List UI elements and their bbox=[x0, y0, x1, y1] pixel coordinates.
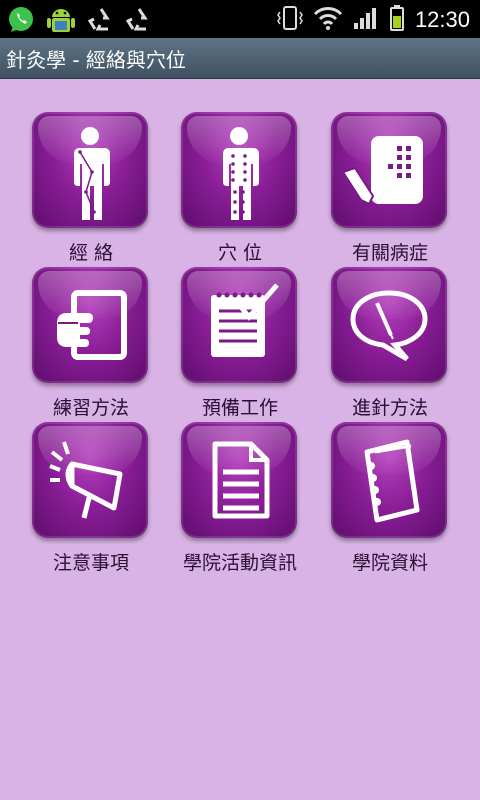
menu-item-button[interactable] bbox=[331, 422, 447, 538]
document-icon bbox=[212, 441, 270, 519]
pointing-hand-icon bbox=[54, 290, 127, 360]
menu-item-button[interactable] bbox=[331, 267, 447, 383]
menu-item-button[interactable] bbox=[32, 112, 148, 228]
meridian-body-icon bbox=[74, 127, 110, 220]
menu-grid: 經 絡 穴 位 有關病症 練習方法 預備工作 進針方法 注意事項 學院活動資訊 … bbox=[0, 0, 480, 800]
menu-item-button[interactable] bbox=[181, 422, 297, 538]
menu-item-acupoints[interactable]: 穴 位 bbox=[181, 112, 299, 264]
menu-item-label: 進針方法 bbox=[351, 397, 428, 419]
menu-item-academy-events[interactable]: 學院活動資訊 bbox=[181, 422, 299, 574]
menu-item-practice-methods[interactable]: 練習方法 bbox=[32, 267, 150, 419]
megaphone-icon bbox=[49, 441, 123, 519]
notebook-icon bbox=[364, 439, 420, 523]
menu-item-button[interactable] bbox=[181, 112, 297, 228]
note-writing-icon bbox=[341, 136, 423, 206]
menu-item-button[interactable] bbox=[181, 267, 297, 383]
menu-item-meridians[interactable]: 經 絡 bbox=[32, 112, 150, 264]
menu-item-related-conditions[interactable]: 有關病症 bbox=[331, 112, 449, 264]
menu-item-preparation[interactable]: 預備工作 bbox=[181, 267, 299, 419]
menu-item-label: 學院資料 bbox=[351, 552, 428, 574]
menu-item-academy-info[interactable]: 學院資料 bbox=[331, 422, 449, 574]
needle-speech-icon bbox=[350, 290, 428, 362]
menu-item-button[interactable] bbox=[331, 112, 447, 228]
menu-item-label: 有關病症 bbox=[351, 242, 428, 264]
acupoint-body-icon bbox=[223, 127, 259, 220]
checklist-notepad-icon bbox=[211, 283, 279, 357]
menu-item-precautions[interactable]: 注意事項 bbox=[32, 422, 150, 574]
menu-item-button[interactable] bbox=[32, 422, 148, 538]
menu-item-needling-methods[interactable]: 進針方法 bbox=[331, 267, 449, 419]
menu-item-button[interactable] bbox=[32, 267, 148, 383]
